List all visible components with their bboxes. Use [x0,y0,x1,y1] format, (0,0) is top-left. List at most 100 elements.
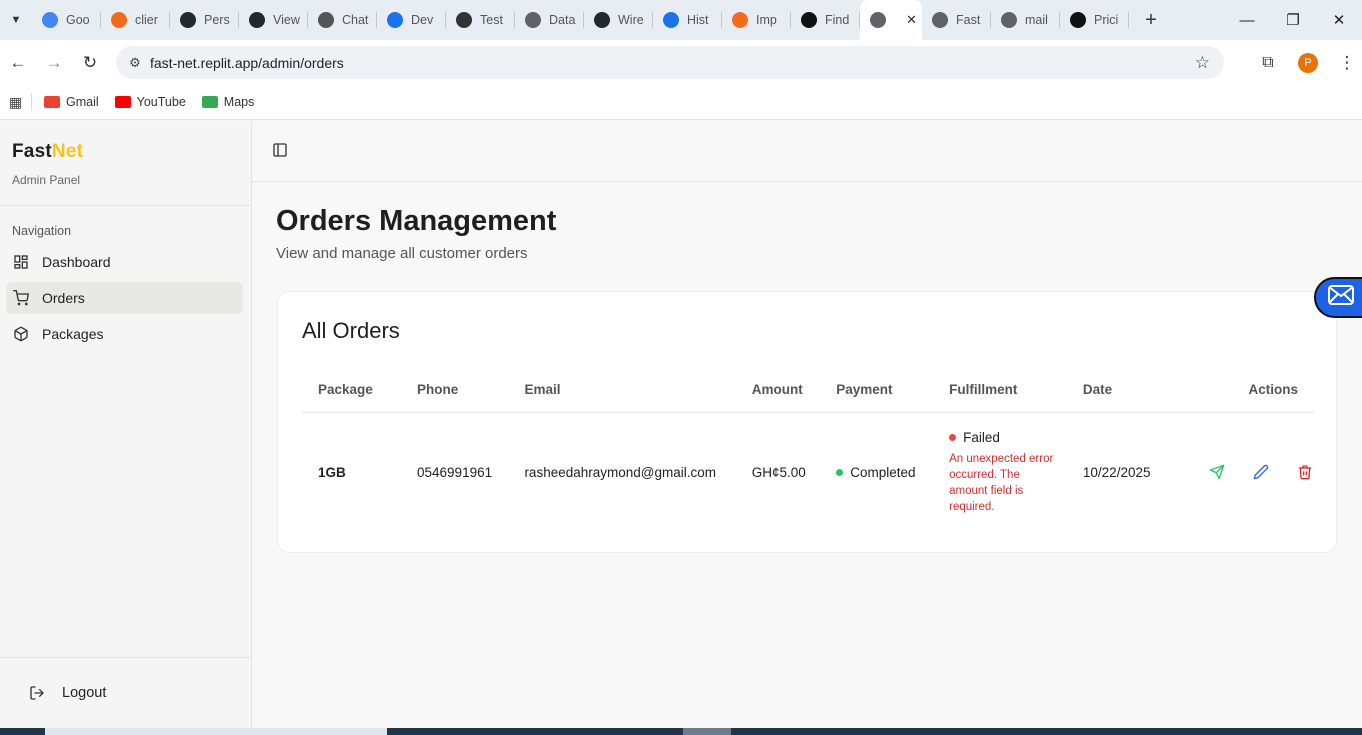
tab-favicon-icon [249,12,265,28]
browser-tab[interactable]: Find [791,0,860,40]
cell-phone: 0546991961 [417,464,493,480]
bookmarks-bar: ▦ Gmail YouTube Maps [0,85,1362,120]
bookmark-star-icon[interactable]: ☆ [1195,53,1210,73]
column-header: Fulfillment [933,368,1067,413]
edit-pencil-icon[interactable] [1252,463,1270,481]
browser-menu-icon[interactable]: ⋮ [1332,53,1362,73]
browser-tab[interactable]: Imp [722,0,791,40]
table-header-row: Package Phone Email Amount Payment Fulfillmen… [302,368,1314,413]
tab-favicon-icon [1070,12,1086,28]
bookmark-item[interactable]: Maps [201,95,254,109]
browser-tab[interactable]: View [239,0,308,40]
tab-label: Hist [687,13,709,27]
new-tab-button[interactable]: + [1137,6,1165,34]
tab-label: clier [135,13,158,27]
column-header: Package [302,368,402,413]
bookmark-item[interactable]: Gmail [44,95,99,109]
logout-label: Logout [62,685,107,701]
tab-favicon-icon [456,12,472,28]
nav-heading: Navigation [12,224,72,238]
apps-grid-icon[interactable]: ▦ [0,93,32,111]
tab-label: Pers [204,13,230,27]
dashboard-icon [12,253,30,271]
send-icon[interactable] [1208,463,1226,481]
tab-label: Wire [618,13,644,27]
browser-tab[interactable]: clier [101,0,170,40]
cell-date: 10/22/2025 [1082,464,1151,480]
fulfillment-error-message: An unexpected error occurred. The amount… [949,452,1054,513]
tab-favicon-icon [42,12,58,28]
browser-tab[interactable]: Fast [922,0,991,40]
profile-avatar[interactable]: P [1298,52,1318,73]
cell-payment: Completed [820,412,933,532]
extensions-icon[interactable]: ⧉ [1250,54,1286,72]
tab-label: Fast [956,13,981,27]
browser-tab[interactable]: Prici [1060,0,1129,40]
browser-tab[interactable]: Chat [308,0,377,40]
forward-arrow-icon[interactable]: → [36,45,72,81]
logout-button[interactable]: Logout [0,657,252,728]
tab-list: Goo clier Pers View Chat Dev Test Data Wire Hist I… [32,0,1129,40]
address-bar[interactable]: ⚙ fast-net.replit.app/admin/orders ☆ [116,46,1224,79]
bookmark-label: YouTube [136,95,186,109]
payment-status-label: Completed [850,464,916,480]
bookmark-item[interactable]: YouTube [114,95,186,109]
tab-search-chevron-icon[interactable]: ▼ [0,0,32,40]
tab-favicon-icon [870,12,886,28]
delete-trash-icon[interactable] [1296,463,1314,481]
tab-favicon-icon [387,12,403,28]
sidebar-item-dashboard[interactable]: Dashboard [6,246,243,278]
cell-actions [1178,412,1314,532]
cart-icon [12,289,30,307]
reload-icon[interactable]: ↻ [72,45,108,81]
tab-favicon-icon [318,12,334,28]
browser-tab[interactable]: Pers [170,0,239,40]
taskbar [0,728,1362,735]
tab-favicon-icon [594,12,610,28]
tab-label: mail [1025,13,1048,27]
brand-subtitle: Admin Panel [12,173,81,187]
sidebar: FastNet Admin Panel Navigation Dashboard… [0,121,252,728]
column-header: Amount [735,368,821,413]
orders-table: Package Phone Email Amount Payment Fulfillmen… [302,368,1314,532]
browser-tab[interactable]: mail [991,0,1060,40]
browser-tab[interactable]: Hist [653,0,722,40]
tab-favicon-icon [663,12,679,28]
column-header: Payment [820,368,934,413]
tab-close-icon[interactable]: ✕ [906,12,917,28]
sidebar-item-packages[interactable]: Packages [6,318,243,350]
browser-tab[interactable]: Dev [377,0,446,40]
bookmark-favicon-icon [201,96,218,108]
browser-tab[interactable]: Data [515,0,584,40]
tab-favicon-icon [932,12,948,28]
bookmark-label: Gmail [66,95,99,109]
page-title: Orders Management [276,205,557,237]
close-window-icon[interactable]: ✕ [1316,0,1362,40]
table-row[interactable]: 1GB 0546991961 rasheedahraymond@gmail.com G… [302,412,1314,532]
site-info-icon[interactable]: ⚙ [120,55,150,71]
browser-tab[interactable]: Wire [584,0,653,40]
browser-tab[interactable]: ✕ [860,0,922,40]
floating-mail-button[interactable] [1314,277,1362,318]
tab-label: Imp [756,13,777,27]
tab-label: Chat [342,13,369,27]
fulfillment-status-label: Failed [963,429,1000,445]
restore-icon[interactable]: ❐ [1270,0,1316,40]
browser-tab-strip: ▼ Goo clier Pers View Chat Dev Test Data Wire His… [0,0,1362,40]
browser-tab[interactable]: Goo [32,0,101,40]
window-controls: — ❐ ✕ [1224,0,1362,40]
browser-tab[interactable]: Test [446,0,515,40]
tab-label: Goo [66,13,90,27]
tab-favicon-icon [801,12,817,28]
tab-label: Data [549,13,576,27]
brand-logo[interactable]: FastNet [12,141,239,163]
sidebar-toggle-icon[interactable] [272,142,290,160]
back-arrow-icon[interactable]: ← [0,45,36,81]
tab-favicon-icon [111,12,127,28]
tab-favicon-icon [180,12,196,28]
url-text[interactable]: fast-net.replit.app/admin/orders [150,55,344,71]
sidebar-item-orders[interactable]: Orders [6,282,243,314]
column-header: Phone [401,368,509,413]
minimize-icon[interactable]: — [1224,0,1270,40]
tab-favicon-icon [525,12,541,28]
